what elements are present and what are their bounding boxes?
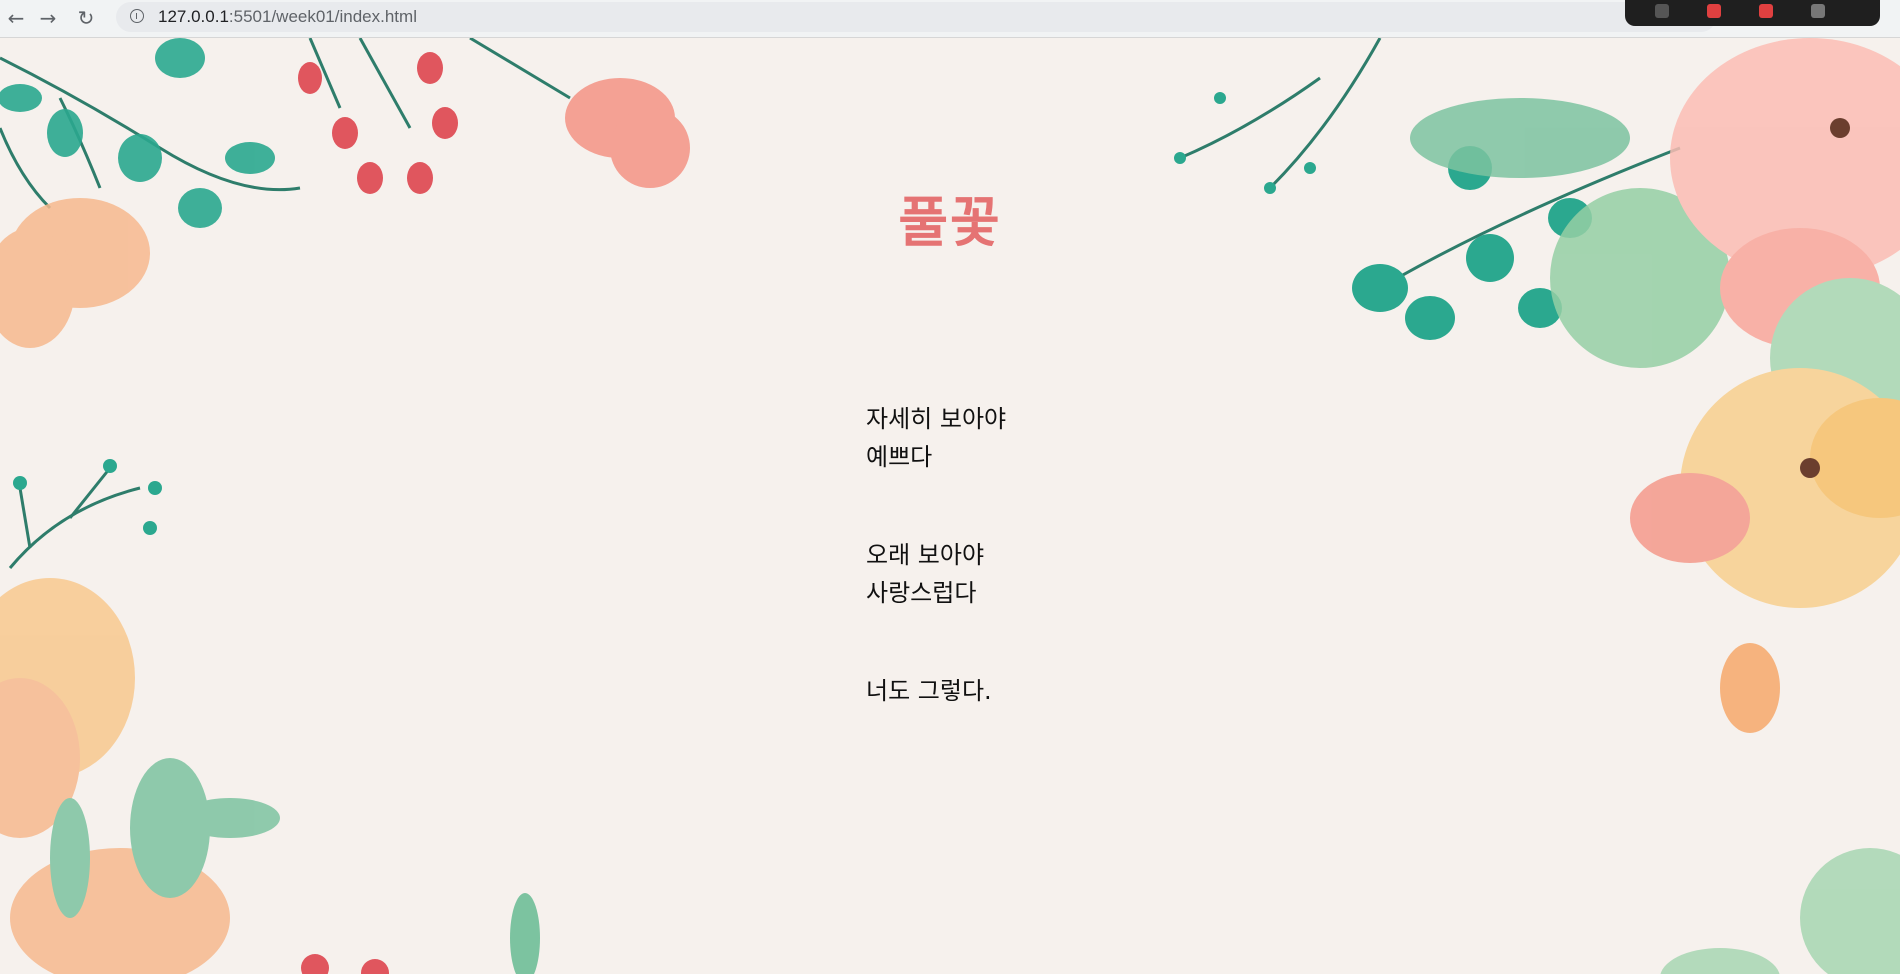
url-text[interactable]: 127.0.0.1:5501/week01/index.html: [158, 7, 417, 27]
poem-line: 사랑스럽다: [866, 579, 977, 607]
address-bar[interactable]: 127.0.0.1:5501/week01/index.html: [116, 2, 1716, 32]
poem: 자세히 보아야 예쁘다 오래 보아야 사랑스럽다 너도 그렇다.: [866, 400, 1006, 770]
back-arrow-icon[interactable]: ←: [2, 4, 30, 32]
share-status-icon[interactable]: [1655, 4, 1669, 18]
poem-line: 너도 그렇다.: [866, 677, 992, 705]
stanza: 오래 보아야 사랑스럽다: [866, 536, 1006, 612]
url-path: :5501/week01/index.html: [228, 7, 417, 26]
poem-line: 예쁘다: [866, 443, 933, 471]
page-content: 풀꽃 자세히 보아야 예쁘다 오래 보아야 사랑스럽다 너도 그렇다.: [0, 38, 1900, 974]
stanza: 자세히 보아야 예쁘다: [866, 400, 1006, 476]
url-host: 127.0.0.1: [158, 7, 229, 26]
forward-arrow-icon[interactable]: →: [34, 4, 62, 32]
reload-icon[interactable]: ↻: [72, 4, 100, 32]
screen-share-controls: [1625, 0, 1880, 26]
site-info-icon[interactable]: [130, 9, 144, 23]
stanza: 너도 그렇다.: [866, 672, 1006, 710]
poem-line: 오래 보아야: [866, 541, 985, 569]
mic-off-icon[interactable]: [1707, 4, 1721, 18]
poem-line: 자세히 보아야: [866, 405, 1007, 433]
camera-off-icon[interactable]: [1759, 4, 1773, 18]
page-title: 풀꽃: [898, 191, 1002, 254]
browser-toolbar: ← → ↻ 127.0.0.1:5501/week01/index.html: [0, 0, 1900, 38]
window-icon[interactable]: [1811, 4, 1825, 18]
